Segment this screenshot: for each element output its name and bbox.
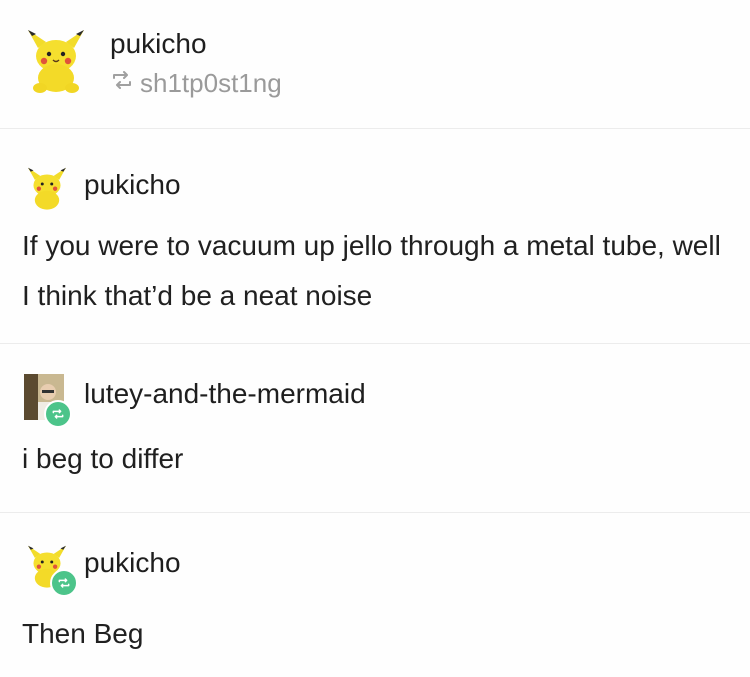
- reblog-badge-icon: [50, 569, 78, 597]
- photo-avatar-icon[interactable]: [24, 374, 72, 428]
- header-username[interactable]: pukicho: [110, 28, 207, 60]
- tumblr-thread: pukicho sh1tp0st1ng pukicho If you were …: [0, 0, 750, 677]
- reblogged-from[interactable]: sh1tp0st1ng: [110, 68, 282, 99]
- post-author[interactable]: pukicho: [84, 547, 181, 579]
- thread-post: lutey-and-the-mermaid i beg to differ: [0, 344, 750, 513]
- reblog-badge-icon: [44, 400, 72, 428]
- post-author[interactable]: pukicho: [84, 169, 181, 201]
- pikachu-avatar-icon[interactable]: [24, 165, 70, 211]
- thread-post: pukicho If you were to vacuum up jello t…: [0, 129, 750, 344]
- post-author[interactable]: lutey-and-the-mermaid: [84, 378, 366, 410]
- pikachu-avatar-icon[interactable]: [24, 26, 88, 94]
- post-text: Then Beg: [22, 618, 144, 649]
- reblogged-from-username[interactable]: sh1tp0st1ng: [140, 68, 282, 99]
- post-text: i beg to differ: [22, 443, 184, 474]
- post-header: pukicho sh1tp0st1ng: [0, 0, 750, 129]
- reblog-icon: [110, 68, 134, 99]
- post-text: If you were to vacuum up jello through a…: [22, 230, 721, 311]
- pikachu-avatar-icon[interactable]: [24, 543, 78, 597]
- thread-post: pukicho Then Beg: [0, 513, 750, 677]
